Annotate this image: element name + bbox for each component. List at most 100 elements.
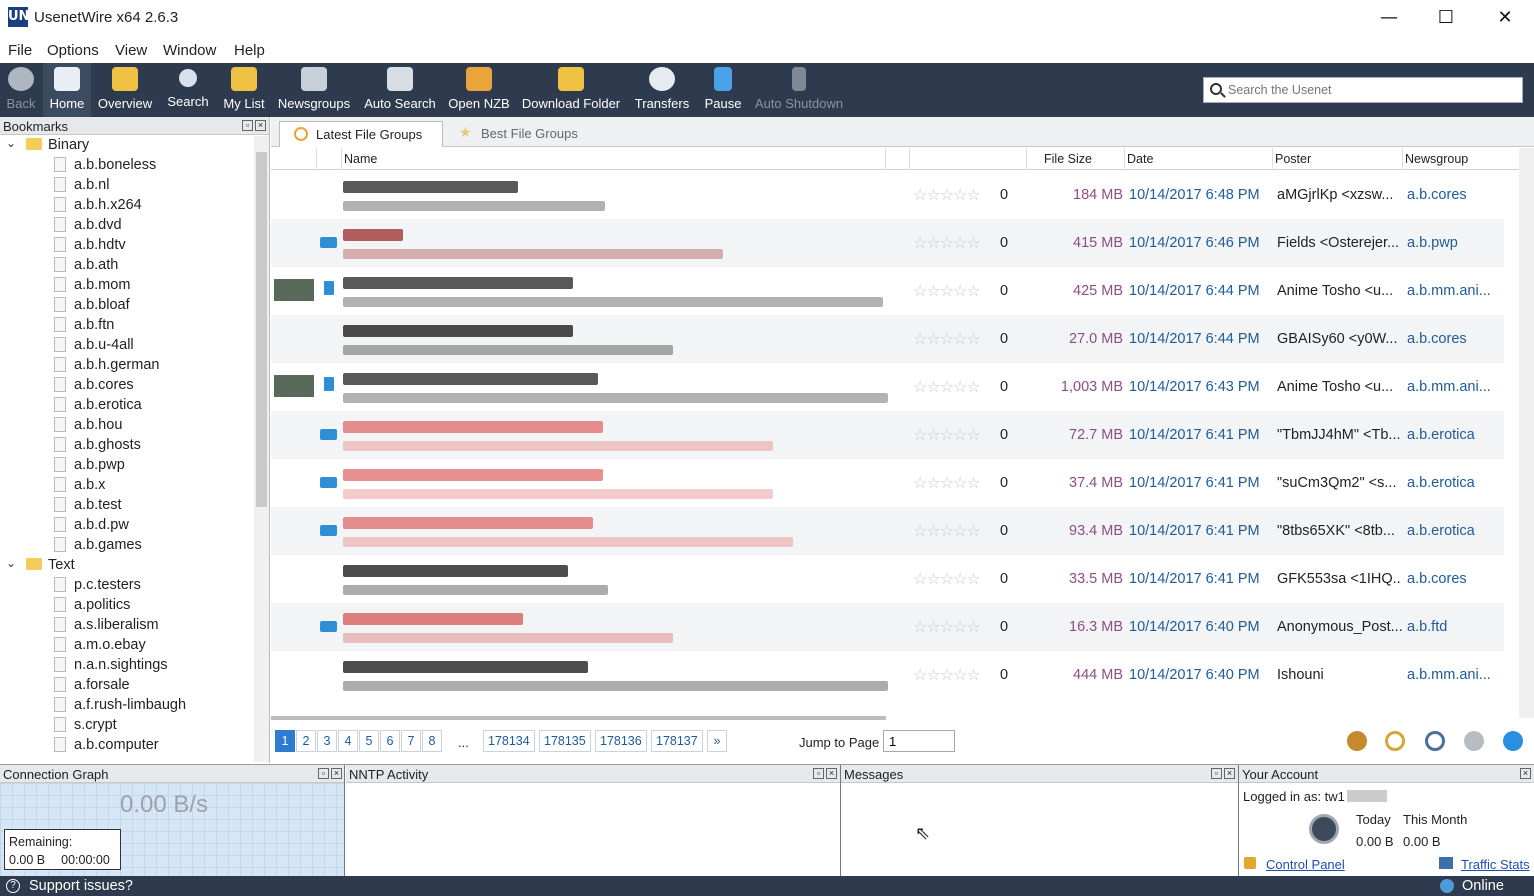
newsgroup-link[interactable]: a.b.mm.ani...	[1407, 379, 1491, 395]
rating-stars[interactable]: ☆☆☆☆☆	[913, 233, 981, 252]
rating-stars[interactable]: ☆☆☆☆☆	[913, 185, 981, 204]
page-button[interactable]: 178137	[651, 730, 703, 752]
pin-icon[interactable]: ▫	[242, 120, 253, 131]
next-arrow-icon[interactable]	[1503, 731, 1523, 751]
bookmark-item[interactable]: a.b.pwp	[54, 457, 125, 477]
bookmark-item[interactable]: a.b.dvd	[54, 217, 122, 237]
page-button[interactable]: 178135	[539, 730, 591, 752]
bookmark-item[interactable]: a.b.hdtv	[54, 237, 126, 257]
auto-shutdown-button[interactable]: Auto Shutdown	[752, 63, 846, 117]
tab-best-file-groups[interactable]: ★ Best File Groups	[453, 121, 603, 147]
pause-button[interactable]: Pause	[701, 63, 745, 117]
open-nzb-button[interactable]: Open NZB	[446, 63, 512, 117]
next-page-button[interactable]: »	[707, 730, 727, 752]
menu-options[interactable]: Options	[47, 42, 99, 59]
bookmark-item[interactable]: a.b.x	[54, 477, 105, 497]
bookmark-item[interactable]: n.a.n.sightings	[54, 657, 168, 677]
bookmark-item[interactable]: a.f.rush-limbaugh	[54, 697, 186, 717]
newsgroup-link[interactable]: a.b.cores	[1407, 571, 1467, 587]
chevron-down-icon[interactable]: ⌄	[6, 136, 16, 150]
bookmark-item[interactable]: a.politics	[54, 597, 130, 617]
file-group-row[interactable]: ☆☆☆☆☆ 0 33.5 MB 10/14/2017 6:41 PM GFK553sa …	[271, 555, 1504, 603]
magnifier-icon[interactable]	[1385, 731, 1405, 751]
newsgroup-link[interactable]: a.b.cores	[1407, 331, 1467, 347]
bookmark-item[interactable]: a.b.ath	[54, 257, 118, 277]
bookmark-item[interactable]: s.crypt	[54, 717, 117, 737]
home-button[interactable]: Home	[43, 63, 91, 117]
file-group-row[interactable]: ☆☆☆☆☆ 0 16.3 MB 10/14/2017 6:40 PM Anonymous…	[271, 603, 1504, 651]
refresh-icon[interactable]	[1425, 731, 1445, 751]
newsgroup-link[interactable]: a.b.ftd	[1407, 619, 1447, 635]
menu-help[interactable]: Help	[234, 42, 265, 59]
newsgroup-link[interactable]: a.b.pwp	[1407, 235, 1458, 251]
rating-stars[interactable]: ☆☆☆☆☆	[913, 281, 981, 300]
download-folder-button[interactable]: Download Folder	[519, 63, 623, 117]
newsgroup-link[interactable]: a.b.cores	[1407, 187, 1467, 203]
bookmark-item[interactable]: a.b.boneless	[54, 157, 156, 177]
bookmark-item[interactable]: a.b.test	[54, 497, 122, 517]
newsgroups-button[interactable]: Newsgroups	[274, 63, 354, 117]
bookmark-item[interactable]: a.b.nl	[54, 177, 109, 197]
bookmark-item[interactable]: p.c.testers	[54, 577, 141, 597]
bookmark-item[interactable]: a.b.d.pw	[54, 517, 129, 537]
page-button[interactable]: 2	[296, 730, 316, 752]
jump-to-page-input[interactable]	[883, 730, 955, 752]
bookmark-item[interactable]: a.m.o.ebay	[54, 637, 146, 657]
page-button[interactable]: 3	[317, 730, 337, 752]
page-button[interactable]: 7	[401, 730, 421, 752]
bookmark-item[interactable]: a.b.hou	[54, 417, 122, 437]
page-button[interactable]: 178136	[595, 730, 647, 752]
pin-icon[interactable]: ▫	[813, 768, 824, 779]
bookmark-item[interactable]: a.b.u-4all	[54, 337, 134, 357]
my-list-button[interactable]: My List	[219, 63, 269, 117]
file-group-row[interactable]: ☆☆☆☆☆ 0 184 MB 10/14/2017 6:48 PM aMGjrlKp <…	[271, 171, 1504, 219]
tab-latest-file-groups[interactable]: Latest File Groups	[279, 121, 443, 147]
tree-category[interactable]: ⌄ Text	[6, 556, 75, 577]
file-group-row[interactable]: ☆☆☆☆☆ 0 1,003 MB 10/14/2017 6:43 PM Anime To…	[271, 363, 1504, 411]
close-panel-icon[interactable]: ×	[826, 768, 837, 779]
page-button[interactable]: 6	[380, 730, 400, 752]
rating-stars[interactable]: ☆☆☆☆☆	[913, 665, 981, 684]
previous-arrow-icon[interactable]	[1464, 731, 1484, 751]
newsgroup-link[interactable]: a.b.erotica	[1407, 427, 1475, 443]
file-group-row[interactable]: ☆☆☆☆☆ 0 425 MB 10/14/2017 6:44 PM Anime Tosh…	[271, 267, 1504, 315]
bookmark-item[interactable]: a.b.h.x264	[54, 197, 142, 217]
close-panel-icon[interactable]: ×	[1224, 768, 1235, 779]
rating-stars[interactable]: ☆☆☆☆☆	[913, 425, 981, 444]
bookmark-item[interactable]: a.b.computer	[54, 737, 159, 757]
page-button[interactable]: 4	[338, 730, 358, 752]
bookmark-item[interactable]: a.b.ghosts	[54, 437, 141, 457]
rating-stars[interactable]: ☆☆☆☆☆	[913, 617, 981, 636]
newsgroup-link[interactable]: a.b.mm.ani...	[1407, 283, 1491, 299]
column-poster[interactable]: Poster	[1275, 152, 1311, 166]
bookmark-item[interactable]: a.b.games	[54, 537, 142, 557]
page-button[interactable]: 1	[275, 730, 295, 752]
newsgroup-link[interactable]: a.b.erotica	[1407, 475, 1475, 491]
close-panel-icon[interactable]: ×	[1520, 768, 1531, 779]
rating-stars[interactable]: ☆☆☆☆☆	[913, 329, 981, 348]
file-group-row[interactable]: ☆☆☆☆☆ 0 415 MB 10/14/2017 6:46 PM Fields <Os…	[271, 219, 1504, 267]
tree-category[interactable]: ⌄ Binary	[6, 136, 89, 157]
column-file-size[interactable]: File Size	[1044, 152, 1092, 166]
bookmark-item[interactable]: a.b.bloaf	[54, 297, 130, 317]
page-button[interactable]: 178134	[483, 730, 535, 752]
newsgroup-link[interactable]: a.b.erotica	[1407, 523, 1475, 539]
file-group-row[interactable]: ☆☆☆☆☆ 0 444 MB 10/14/2017 6:40 PM Ishouni a.b…	[271, 651, 1504, 699]
close-button[interactable]: ✕	[1476, 0, 1534, 36]
control-panel-link[interactable]: Control Panel	[1266, 857, 1345, 872]
transfers-button[interactable]: Transfers	[630, 63, 694, 117]
overview-button[interactable]: Overview	[93, 63, 157, 117]
bookmark-item[interactable]: a.s.liberalism	[54, 617, 159, 637]
pin-icon[interactable]: ▫	[318, 768, 329, 779]
file-group-row[interactable]: ☆☆☆☆☆ 0 27.0 MB 10/14/2017 6:44 PM GBAISy60 …	[271, 315, 1504, 363]
rating-stars[interactable]: ☆☆☆☆☆	[913, 473, 981, 492]
close-panel-icon[interactable]: ×	[331, 768, 342, 779]
rating-stars[interactable]: ☆☆☆☆☆	[913, 377, 981, 396]
column-date[interactable]: Date	[1127, 152, 1153, 166]
bookmark-item[interactable]: a.b.ftn	[54, 317, 114, 337]
settings-gear-icon[interactable]	[1347, 731, 1367, 751]
bookmark-item[interactable]: a.forsale	[54, 677, 130, 697]
bookmarks-scroll-thumb[interactable]	[256, 152, 267, 507]
minimize-button[interactable]: —	[1360, 0, 1418, 36]
back-button[interactable]: Back	[0, 63, 42, 117]
